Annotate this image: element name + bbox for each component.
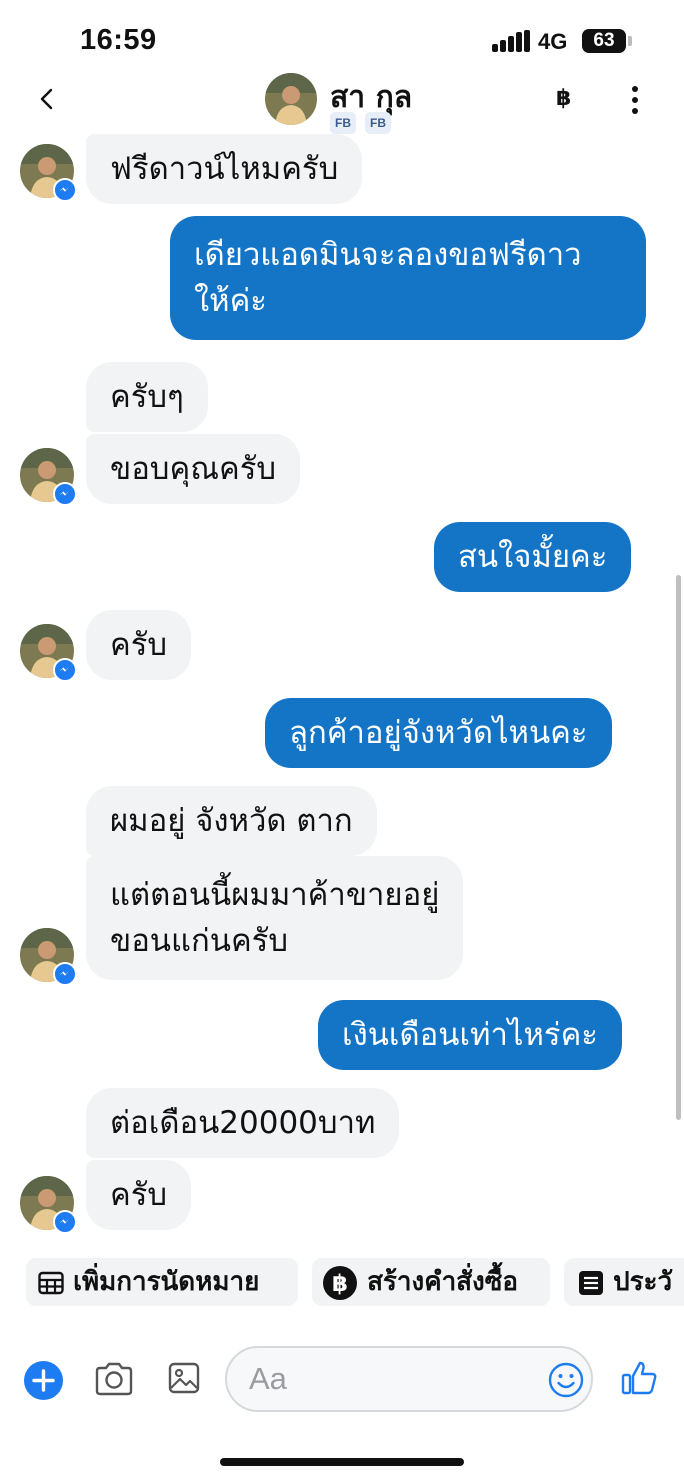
message-input-placeholder: Aa [249,1361,287,1396]
messenger-icon [53,658,77,682]
message-text: ครับๆ [110,379,184,415]
incoming-message[interactable]: ครับ [86,610,192,680]
message-text: ขอบคุณครับ [110,451,277,487]
quick-action-label: ประวั [613,1267,673,1297]
baht-icon[interactable]: ฿ [556,86,571,111]
battery-tip [628,36,632,46]
home-indicator[interactable] [220,1458,464,1466]
message-text-line: แต่ตอนนี้ผมมาค้าขายอยู่ [110,877,440,913]
message-text: ครับ [110,1177,168,1213]
message-text: เงินเดือนเท่าไหร่คะ [342,1017,598,1053]
message-text-line: ขอนแก่นครับ [110,923,289,959]
scrollbar[interactable] [676,575,681,1120]
sender-avatar[interactable] [20,928,77,986]
contact-avatar[interactable] [265,73,317,125]
quick-action-label: เพิ่มการนัดหมาย [73,1267,260,1297]
status-time: 16:59 [80,24,157,56]
sender-avatar[interactable] [20,624,77,682]
thumbs-up-icon[interactable] [620,1360,658,1396]
list-icon [579,1270,603,1295]
camera-icon[interactable] [94,1362,134,1396]
message-list[interactable]: ฟรีดาวน์ไหมครับ เดียวแอดมินจะลองขอฟรีดาว… [0,134,684,1240]
svg-text:฿: ฿ [332,1271,348,1297]
fb-badge: FB [365,112,391,134]
gallery-icon[interactable] [168,1362,200,1394]
message-input[interactable]: Aa [225,1346,593,1412]
message-composer: Aa [0,1340,684,1420]
message-text: ฟรีดาวน์ไหมครับ [110,151,339,187]
outgoing-message[interactable]: เดียวแอดมินจะลองขอฟรีดาว ให้ค่ะ [170,216,646,340]
message-text: ผมอยู่ จังหวัด ตาก [110,803,353,839]
calendar-grid-icon [38,1271,64,1294]
add-appointment-button[interactable]: เพิ่มการนัดหมาย [26,1258,298,1306]
history-button[interactable]: ประวั [564,1258,684,1306]
incoming-message[interactable]: ผมอยู่ จังหวัด ตาก [86,786,377,856]
more-vertical-icon[interactable] [632,86,638,114]
messenger-icon [53,962,77,986]
messenger-icon [53,1210,77,1234]
incoming-message[interactable]: ฟรีดาวน์ไหมครับ [86,134,363,204]
message-text-line: ให้ค่ะ [194,283,267,319]
status-bar: 16:59 4G 63 [0,0,684,70]
messenger-icon [53,178,77,202]
sender-avatar[interactable] [20,448,77,506]
incoming-message[interactable]: แต่ตอนนี้ผมมาค้าขายอยู่ ขอนแก่นครับ [86,856,464,980]
message-text: ต่อเดือน20000บาท [110,1105,376,1141]
incoming-message[interactable]: ขอบคุณครับ [86,434,301,504]
message-text-line: เดียวแอดมินจะลองขอฟรีดาว [194,237,582,273]
messenger-icon [53,482,77,506]
outgoing-message[interactable]: ลูกค้าอยู่จังหวัดไหนคะ [265,698,612,768]
battery-icon: 63 [582,29,626,53]
message-text: ครับ [110,627,168,663]
outgoing-message[interactable]: เงินเดือนเท่าไหร่คะ [318,1000,622,1070]
quick-action-label: สร้างคำสั่งซื้อ [367,1267,519,1297]
sender-avatar[interactable] [20,144,77,202]
network-type: 4G [538,29,568,54]
fb-badge: FB [330,112,356,134]
incoming-message[interactable]: ครับๆ [86,362,208,432]
incoming-message[interactable]: ต่อเดือน20000บาท [86,1088,400,1158]
emoji-icon[interactable] [548,1362,584,1398]
add-icon[interactable] [24,1361,63,1400]
chat-header: สา กุล FB FB ฿ [0,70,684,140]
message-text: สนใจมั้ยคะ [458,539,608,575]
sender-avatar[interactable] [20,1176,77,1234]
baht-coin-icon: ฿ [323,1265,357,1300]
create-order-button[interactable]: ฿ สร้างคำสั่งซื้อ [312,1258,550,1306]
incoming-message[interactable]: ครับ [86,1160,192,1230]
outgoing-message[interactable]: สนใจมั้ยคะ [434,522,632,592]
back-chevron-icon[interactable] [36,88,58,110]
message-text: ลูกค้าอยู่จังหวัดไหนคะ [289,715,588,751]
signal-icon [492,30,530,52]
